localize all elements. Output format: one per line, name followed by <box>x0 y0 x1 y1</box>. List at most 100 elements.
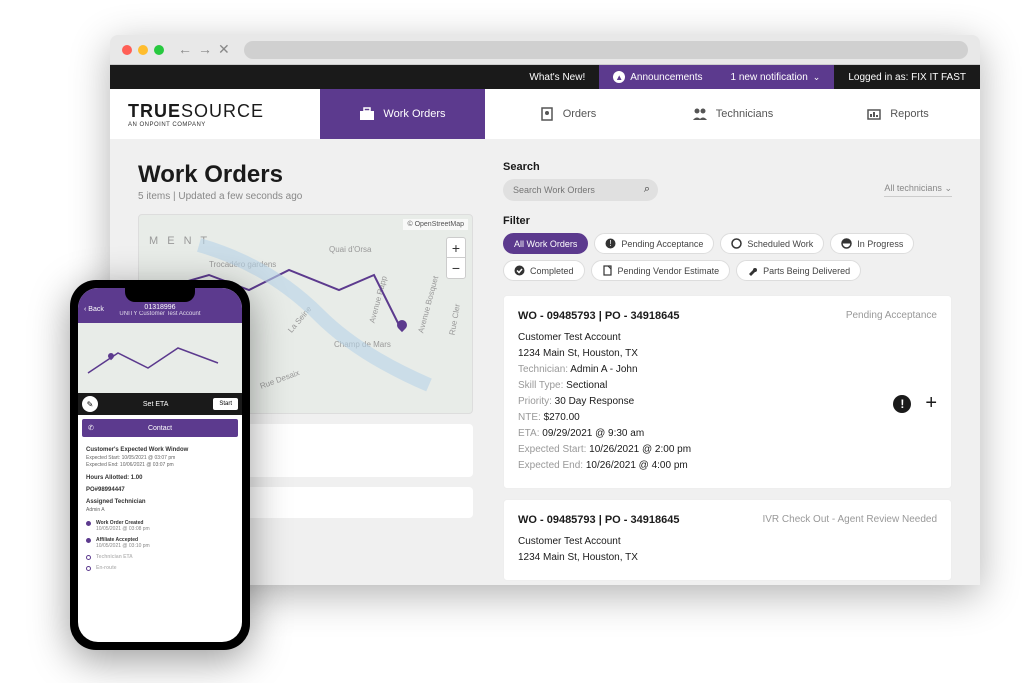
po-section: PO#98994447 <box>86 487 234 493</box>
wo-eta: ETA: 09/29/2021 @ 9:30 am <box>518 426 937 442</box>
section-line: Admin A <box>86 507 234 514</box>
window-close-icon[interactable] <box>122 45 132 55</box>
wo-address: 1234 Main St, Houston, TX <box>518 346 937 362</box>
page-subtitle: 5 items | Updated a few seconds ago <box>138 191 473 202</box>
section-title: Assigned Technician <box>86 499 234 505</box>
timeline-dot-icon <box>86 538 91 543</box>
people-icon <box>692 107 708 121</box>
tech-section: Assigned Technician Admin A <box>86 499 234 514</box>
whats-new-link[interactable]: What's New! <box>515 65 599 89</box>
contact-label: Contact <box>148 425 172 432</box>
timeline-item: Affiliate Accepted10/05/2021 @ 03:10 pm <box>86 537 234 549</box>
section-title: Customer's Expected Work Window <box>86 447 234 453</box>
search-label: Search <box>503 161 952 173</box>
document-icon <box>602 265 613 276</box>
clipboard-icon <box>539 107 555 121</box>
browser-nav-arrows: ← → ✕ <box>178 41 230 58</box>
half-circle-icon <box>841 238 852 249</box>
notification-label: 1 new notification <box>731 72 808 83</box>
forward-icon[interactable]: → <box>198 41 212 58</box>
url-bar[interactable] <box>244 41 968 59</box>
briefcase-icon <box>359 107 375 121</box>
wo-address: 1234 Main St, Houston, TX <box>518 550 937 566</box>
phone-map[interactable] <box>78 323 242 393</box>
phone-mockup: ‹ Back 01318996 UNITY Customer Test Acco… <box>70 280 250 650</box>
section-title: PO#98994447 <box>86 487 234 493</box>
timeline-item: Work Order Created10/05/2021 @ 03:08 pm <box>86 520 234 532</box>
timeline-title: En-route <box>96 565 117 571</box>
filter-pending[interactable]: ! Pending Acceptance <box>594 233 714 254</box>
search-input[interactable] <box>503 179 658 201</box>
chip-label: Parts Being Delivered <box>763 266 850 276</box>
set-eta-button[interactable]: Set ETA <box>101 401 210 408</box>
wo-customer: Customer Test Account <box>518 330 937 346</box>
phone-screen: ‹ Back 01318996 UNITY Customer Test Acco… <box>78 288 242 642</box>
logo-subtitle: AN ONPOINT COMPANY <box>128 122 320 128</box>
timeline: Work Order Created10/05/2021 @ 03:08 pm … <box>86 520 234 571</box>
wo-actions: ! + <box>893 392 937 415</box>
logo-light: SOURCE <box>181 101 264 121</box>
phone-body: Customer's Expected Work Window Expected… <box>78 441 242 582</box>
hours-section: Hours Allotted: 1.00 <box>86 475 234 481</box>
expand-icon[interactable]: + <box>925 392 937 415</box>
back-icon[interactable]: ← <box>178 41 192 58</box>
nav-work-orders[interactable]: Work Orders <box>320 89 485 139</box>
chevron-down-icon: ⌄ <box>813 72 821 83</box>
logged-in-label: Logged in as: FIX IT FAST <box>834 65 980 89</box>
edit-icon[interactable]: ✎ <box>82 396 98 412</box>
chevron-down-icon: ⌄ <box>944 183 952 193</box>
filter-label: Filter <box>503 215 952 227</box>
right-column: Search ⌕ All technicians ⌄ Filter All Wo… <box>503 161 952 563</box>
svg-text:!: ! <box>610 239 612 248</box>
section-title: Hours Allotted: 1.00 <box>86 475 234 481</box>
announcements-link[interactable]: ▲ Announcements <box>599 65 716 89</box>
wo-customer: Customer Test Account <box>518 534 937 550</box>
wo-end: Expected End: 10/26/2021 @ 4:00 pm <box>518 458 937 474</box>
work-order-card[interactable]: WO - 09485793 | PO - 34918645 Pending Ac… <box>503 295 952 489</box>
filter-all[interactable]: All Work Orders <box>503 233 588 254</box>
wo-title: WO - 09485793 | PO - 34918645 <box>518 514 679 526</box>
phone-notch <box>125 288 195 302</box>
wrench-icon <box>747 265 758 276</box>
window-minimize-icon[interactable] <box>138 45 148 55</box>
work-order-card[interactable]: WO - 09485793 | PO - 34918645 IVR Check … <box>503 499 952 581</box>
wo-status: IVR Check Out - Agent Review Needed <box>762 514 937 526</box>
page-title: Work Orders <box>138 161 473 189</box>
filter-vendor[interactable]: Pending Vendor Estimate <box>591 260 731 281</box>
notification-dropdown[interactable]: 1 new notification ⌄ <box>717 65 835 89</box>
stop-icon[interactable]: ✕ <box>218 41 230 58</box>
nav-technicians[interactable]: Technicians <box>650 89 815 139</box>
work-order-id: 01318996 <box>86 304 234 311</box>
work-window-section: Customer's Expected Work Window Expected… <box>86 447 234 469</box>
nav-reports[interactable]: Reports <box>815 89 980 139</box>
timeline-dot-icon <box>86 566 91 571</box>
timeline-title: Technician ETA <box>96 554 133 560</box>
wo-status: Pending Acceptance <box>846 310 937 322</box>
nav-label: Reports <box>890 108 929 120</box>
logo[interactable]: TRUESOURCE AN ONPOINT COMPANY <box>110 89 320 139</box>
browser-toolbar: ← → ✕ <box>110 35 980 65</box>
window-maximize-icon[interactable] <box>154 45 164 55</box>
filter-inprogress[interactable]: In Progress <box>830 233 914 254</box>
start-button[interactable]: Start <box>213 398 238 410</box>
filter-scheduled[interactable]: Scheduled Work <box>720 233 824 254</box>
chip-label: In Progress <box>857 239 903 249</box>
alert-icon[interactable]: ! <box>893 395 911 413</box>
filter-parts[interactable]: Parts Being Delivered <box>736 260 861 281</box>
contact-button[interactable]: ✆ Contact <box>82 419 238 437</box>
eta-bar: ✎ Set ETA Start <box>78 393 242 415</box>
timeline-time: 10/05/2021 @ 03:10 pm <box>96 543 150 549</box>
nav-orders[interactable]: Orders <box>485 89 650 139</box>
circle-icon <box>731 238 742 249</box>
nav-label: Technicians <box>716 108 773 120</box>
nav-label: Work Orders <box>383 108 445 120</box>
search-icon[interactable]: ⌕ <box>644 183 650 196</box>
section-line: Expected End: 10/06/2021 @ 03:07 pm <box>86 462 234 469</box>
announcements-label: Announcements <box>630 72 702 83</box>
chip-label: Pending Vendor Estimate <box>618 266 720 276</box>
filter-completed[interactable]: Completed <box>503 260 585 281</box>
chip-label: Pending Acceptance <box>621 239 703 249</box>
technician-select[interactable]: All technicians ⌄ <box>884 183 952 197</box>
timeline-time: 10/05/2021 @ 03:08 pm <box>96 526 150 532</box>
section-line: Expected Start: 10/05/2021 @ 03:07 pm <box>86 455 234 462</box>
